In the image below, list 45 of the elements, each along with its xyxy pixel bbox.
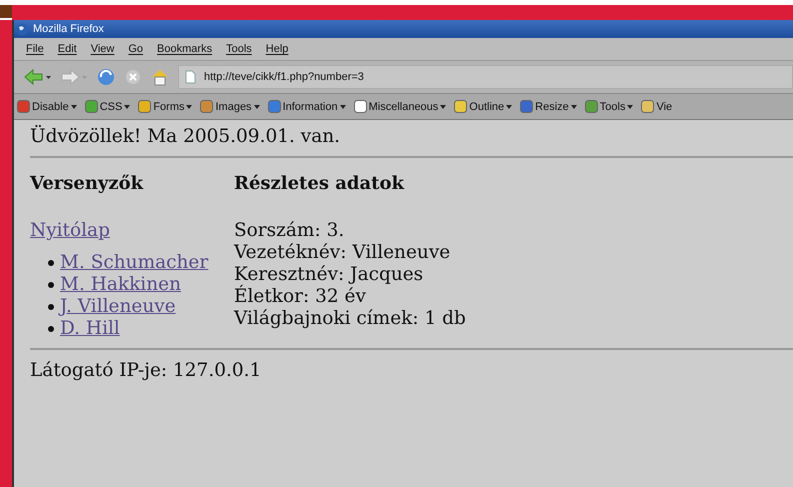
toolbar-button[interactable]: Resize — [519, 99, 577, 114]
greeting-text: Üdvözöllek! Ma 2005.09.01. van. — [30, 126, 342, 148]
menu-item[interactable]: File — [26, 43, 44, 55]
forward-icon[interactable] — [60, 68, 88, 86]
menu-item[interactable]: Bookmarks — [157, 43, 212, 55]
column-heading: Versenyzők — [30, 174, 144, 194]
detail-text: Vezetéknév: Villeneuve — [234, 242, 452, 264]
corner-square — [0, 5, 12, 18]
home-icon[interactable] — [150, 68, 170, 86]
window-title: Mozilla Firefox — [33, 23, 104, 35]
toolbar-button[interactable]: CSS — [84, 99, 130, 114]
driver-link[interactable]: M. Schumacher — [60, 252, 208, 274]
toolbar-button[interactable]: Miscellaneous — [352, 99, 446, 114]
detail-text: Sorszám: 3. — [234, 220, 346, 242]
menu-item[interactable]: Edit — [58, 43, 77, 55]
driver-link[interactable]: D. Hill — [60, 318, 120, 340]
bullet — [48, 326, 54, 332]
toolbar-button[interactable]: Disable — [16, 99, 77, 114]
detail-text: Keresztnév: Jacques — [234, 264, 424, 285]
menu-item[interactable]: View — [90, 43, 114, 55]
menu-item[interactable]: Go — [128, 43, 144, 55]
back-icon[interactable] — [24, 68, 52, 86]
detail-text: Világbajnoki címek: 1 db — [234, 308, 466, 330]
toolbar-button[interactable]: Images — [199, 99, 260, 114]
bullet — [48, 282, 54, 288]
menu-item[interactable]: Tools — [226, 43, 252, 55]
bullet — [48, 260, 54, 266]
toolbar-button[interactable]: Information — [266, 99, 346, 114]
toolbar-button[interactable]: Tools — [584, 99, 634, 114]
globe-icon — [16, 22, 29, 36]
stop-icon[interactable] — [124, 68, 142, 86]
column-heading: Részletes adatok — [234, 174, 406, 194]
address-field[interactable]: http://teve/cikk/f1.php?number=3 — [178, 65, 793, 89]
toolbar-button[interactable]: Vie — [640, 99, 672, 114]
driver-link[interactable]: M. Hakkinen — [60, 274, 181, 296]
home-link[interactable]: Nyitólap — [30, 220, 110, 242]
reload-icon[interactable] — [96, 67, 116, 87]
driver-link[interactable]: J. Villeneuve — [60, 296, 176, 318]
bullet — [48, 304, 54, 310]
detail-text: Életkor: 32 év — [234, 286, 367, 308]
visitor-ip-text: Látogató IP-je: 127.0.0.1 — [30, 360, 262, 382]
page-icon — [185, 70, 196, 84]
menu-item[interactable]: Help — [266, 43, 288, 55]
toolbar-button[interactable]: Forms — [137, 99, 192, 114]
toolbar-button[interactable]: Outline — [453, 99, 512, 114]
